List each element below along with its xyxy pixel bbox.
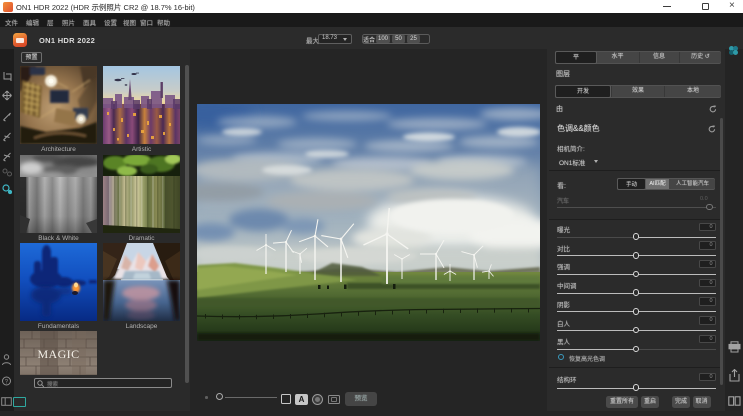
svg-text:MAGIC: MAGIC (37, 347, 79, 361)
